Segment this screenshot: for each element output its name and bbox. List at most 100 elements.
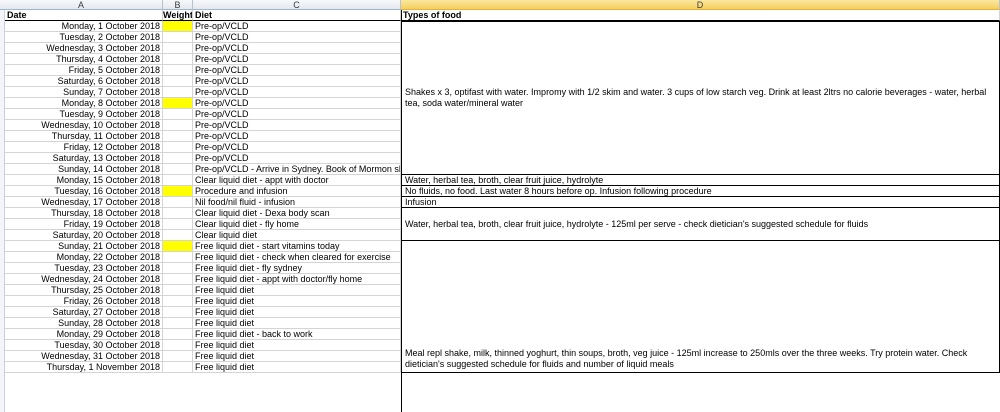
weight-cell[interactable] bbox=[163, 109, 193, 120]
diet-cell[interactable]: Pre-op/VCLD bbox=[193, 142, 401, 153]
date-cell[interactable]: Tuesday, 23 October 2018 bbox=[5, 263, 163, 274]
weight-cell[interactable] bbox=[163, 208, 193, 219]
date-cell[interactable]: Tuesday, 2 October 2018 bbox=[5, 32, 163, 43]
date-cell[interactable]: Thursday, 1 November 2018 bbox=[5, 362, 163, 373]
date-cell[interactable]: Tuesday, 9 October 2018 bbox=[5, 109, 163, 120]
date-cell[interactable]: Tuesday, 30 October 2018 bbox=[5, 340, 163, 351]
types-of-food-cell[interactable]: No fluids, no food. Last water 8 hours b… bbox=[401, 186, 1000, 197]
weight-cell[interactable] bbox=[163, 241, 193, 252]
date-cell[interactable]: Monday, 22 October 2018 bbox=[5, 252, 163, 263]
diet-cell[interactable]: Procedure and infusion bbox=[193, 186, 401, 197]
weight-cell[interactable] bbox=[163, 164, 193, 175]
types-of-food-cell[interactable]: Water, herbal tea, broth, clear fruit ju… bbox=[401, 175, 1000, 186]
weight-cell[interactable] bbox=[163, 153, 193, 164]
diet-cell[interactable]: Clear liquid diet bbox=[193, 230, 401, 241]
date-cell[interactable]: Wednesday, 24 October 2018 bbox=[5, 274, 163, 285]
date-cell[interactable]: Wednesday, 31 October 2018 bbox=[5, 351, 163, 362]
weight-cell[interactable] bbox=[163, 362, 193, 373]
diet-cell[interactable]: Nil food/nil fluid - infusion bbox=[193, 197, 401, 208]
column-header-a[interactable]: A bbox=[0, 0, 163, 10]
diet-cell[interactable]: Free liquid diet - check when cleared fo… bbox=[193, 252, 401, 263]
weight-cell[interactable] bbox=[163, 318, 193, 329]
weight-cell[interactable] bbox=[163, 65, 193, 76]
weight-cell[interactable] bbox=[163, 131, 193, 142]
date-cell[interactable]: Saturday, 6 October 2018 bbox=[5, 76, 163, 87]
types-of-food-cell[interactable]: Infusion bbox=[401, 197, 1000, 208]
weight-cell[interactable] bbox=[163, 252, 193, 263]
weight-cell[interactable] bbox=[163, 186, 193, 197]
weight-cell[interactable] bbox=[163, 274, 193, 285]
diet-cell[interactable]: Free liquid diet - fly sydney bbox=[193, 263, 401, 274]
weight-cell[interactable] bbox=[163, 32, 193, 43]
weight-cell[interactable] bbox=[163, 76, 193, 87]
date-cell[interactable]: Sunday, 28 October 2018 bbox=[5, 318, 163, 329]
diet-cell[interactable]: Clear liquid diet - Dexa body scan bbox=[193, 208, 401, 219]
date-cell[interactable]: Wednesday, 10 October 2018 bbox=[5, 120, 163, 131]
diet-cell[interactable]: Free liquid diet bbox=[193, 362, 401, 373]
diet-cell[interactable]: Free liquid diet bbox=[193, 318, 401, 329]
date-cell[interactable]: Friday, 19 October 2018 bbox=[5, 219, 163, 230]
date-cell[interactable]: Thursday, 18 October 2018 bbox=[5, 208, 163, 219]
weight-cell[interactable] bbox=[163, 197, 193, 208]
header-date[interactable]: Date bbox=[5, 10, 163, 21]
header-diet[interactable]: Diet bbox=[193, 10, 401, 21]
date-cell[interactable]: Tuesday, 16 October 2018 bbox=[5, 186, 163, 197]
diet-cell[interactable]: Clear liquid diet - fly home bbox=[193, 219, 401, 230]
diet-cell[interactable]: Free liquid diet - start vitamins today bbox=[193, 241, 401, 252]
weight-cell[interactable] bbox=[163, 285, 193, 296]
header-types-of-food[interactable]: Types of food bbox=[401, 10, 1000, 21]
weight-cell[interactable] bbox=[163, 340, 193, 351]
date-cell[interactable]: Wednesday, 17 October 2018 bbox=[5, 197, 163, 208]
types-of-food-cell[interactable]: Meal repl shake, milk, thinned yoghurt, … bbox=[401, 241, 1000, 373]
weight-cell[interactable] bbox=[163, 296, 193, 307]
column-header-b[interactable]: B bbox=[163, 0, 193, 10]
diet-cell[interactable]: Free liquid diet - back to work bbox=[193, 329, 401, 340]
weight-cell[interactable] bbox=[163, 120, 193, 131]
weight-cell[interactable] bbox=[163, 43, 193, 54]
diet-cell[interactable]: Free liquid diet bbox=[193, 285, 401, 296]
diet-cell[interactable]: Pre-op/VCLD bbox=[193, 98, 401, 109]
date-cell[interactable]: Friday, 26 October 2018 bbox=[5, 296, 163, 307]
diet-cell[interactable]: Pre-op/VCLD bbox=[193, 43, 401, 54]
header-weight[interactable]: Weight bbox=[163, 10, 193, 21]
diet-cell[interactable]: Pre-op/VCLD bbox=[193, 21, 401, 32]
diet-cell[interactable]: Free liquid diet bbox=[193, 351, 401, 362]
diet-cell[interactable]: Pre-op/VCLD bbox=[193, 54, 401, 65]
date-cell[interactable]: Sunday, 7 October 2018 bbox=[5, 87, 163, 98]
date-cell[interactable]: Saturday, 27 October 2018 bbox=[5, 307, 163, 318]
weight-cell[interactable] bbox=[163, 142, 193, 153]
diet-cell[interactable]: Pre-op/VCLD bbox=[193, 109, 401, 120]
types-of-food-cell[interactable]: Water, herbal tea, broth, clear fruit ju… bbox=[401, 208, 1000, 241]
diet-cell[interactable]: Free liquid diet bbox=[193, 340, 401, 351]
weight-cell[interactable] bbox=[163, 307, 193, 318]
types-of-food-cell[interactable]: Shakes x 3, optifast with water. Impromy… bbox=[401, 21, 1000, 175]
date-cell[interactable]: Thursday, 11 October 2018 bbox=[5, 131, 163, 142]
diet-cell[interactable]: Pre-op/VCLD bbox=[193, 76, 401, 87]
date-cell[interactable]: Saturday, 20 October 2018 bbox=[5, 230, 163, 241]
weight-cell[interactable] bbox=[163, 351, 193, 362]
diet-cell[interactable]: Pre-op/VCLD bbox=[193, 120, 401, 131]
diet-cell[interactable]: Pre-op/VCLD bbox=[193, 131, 401, 142]
weight-cell[interactable] bbox=[163, 21, 193, 32]
date-cell[interactable]: Monday, 29 October 2018 bbox=[5, 329, 163, 340]
date-cell[interactable]: Thursday, 4 October 2018 bbox=[5, 54, 163, 65]
column-header-c[interactable]: C bbox=[193, 0, 401, 10]
date-cell[interactable]: Sunday, 21 October 2018 bbox=[5, 241, 163, 252]
date-cell[interactable]: Thursday, 25 October 2018 bbox=[5, 285, 163, 296]
date-cell[interactable]: Wednesday, 3 October 2018 bbox=[5, 43, 163, 54]
diet-cell[interactable]: Pre-op/VCLD bbox=[193, 65, 401, 76]
diet-cell[interactable]: Pre-op/VCLD bbox=[193, 153, 401, 164]
column-header-d[interactable]: D bbox=[401, 0, 1000, 10]
diet-cell[interactable]: Free liquid diet - appt with doctor/fly … bbox=[193, 274, 401, 285]
date-cell[interactable]: Monday, 1 October 2018 bbox=[5, 21, 163, 32]
diet-cell[interactable]: Pre-op/VCLD - Arrive in Sydney. Book of … bbox=[193, 164, 401, 175]
date-cell[interactable]: Friday, 12 October 2018 bbox=[5, 142, 163, 153]
diet-cell[interactable]: Free liquid diet bbox=[193, 296, 401, 307]
weight-cell[interactable] bbox=[163, 87, 193, 98]
weight-cell[interactable] bbox=[163, 230, 193, 241]
diet-cell[interactable]: Pre-op/VCLD bbox=[193, 87, 401, 98]
date-cell[interactable]: Monday, 15 October 2018 bbox=[5, 175, 163, 186]
date-cell[interactable]: Monday, 8 October 2018 bbox=[5, 98, 163, 109]
diet-cell[interactable]: Pre-op/VCLD bbox=[193, 32, 401, 43]
weight-cell[interactable] bbox=[163, 54, 193, 65]
